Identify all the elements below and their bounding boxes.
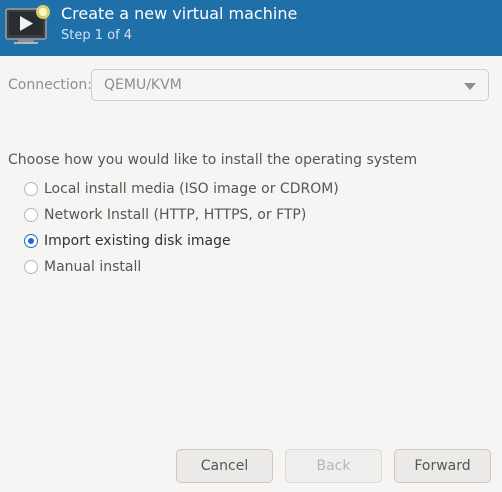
- connection-dropdown[interactable]: QEMU/KVM: [91, 69, 489, 101]
- wizard-step-indicator: Step 1 of 4: [61, 28, 133, 43]
- forward-button[interactable]: Forward: [394, 449, 491, 483]
- vm-new-icon: [5, 5, 50, 44]
- cancel-button[interactable]: Cancel: [176, 449, 273, 483]
- connection-value: QEMU/KVM: [104, 77, 182, 93]
- radio-button-icon[interactable]: [24, 182, 38, 196]
- chevron-down-icon: [464, 83, 476, 90]
- install-method-prompt: Choose how you would like to install the…: [8, 152, 418, 168]
- radio-manual-install[interactable]: Manual install: [24, 257, 141, 277]
- new-vm-wizard-window: Create a new virtual machine Step 1 of 4…: [0, 0, 502, 492]
- radio-label[interactable]: Network Install (HTTP, HTTPS, or FTP): [44, 207, 306, 223]
- radio-button-icon[interactable]: [24, 260, 38, 274]
- back-button[interactable]: Back: [285, 449, 382, 483]
- radio-button-icon[interactable]: [24, 208, 38, 222]
- radio-local-install-media[interactable]: Local install media (ISO image or CDROM): [24, 179, 339, 199]
- wizard-header: Create a new virtual machine Step 1 of 4: [0, 0, 502, 56]
- radio-network-install[interactable]: Network Install (HTTP, HTTPS, or FTP): [24, 205, 306, 225]
- radio-label[interactable]: Local install media (ISO image or CDROM): [44, 181, 339, 197]
- wizard-title: Create a new virtual machine: [61, 4, 298, 23]
- radio-label[interactable]: Manual install: [44, 259, 141, 275]
- connection-label: Connection:: [8, 77, 92, 93]
- radio-label[interactable]: Import existing disk image: [44, 233, 231, 249]
- radio-import-disk-image[interactable]: Import existing disk image: [24, 231, 231, 251]
- radio-button-selected-icon[interactable]: [24, 234, 38, 248]
